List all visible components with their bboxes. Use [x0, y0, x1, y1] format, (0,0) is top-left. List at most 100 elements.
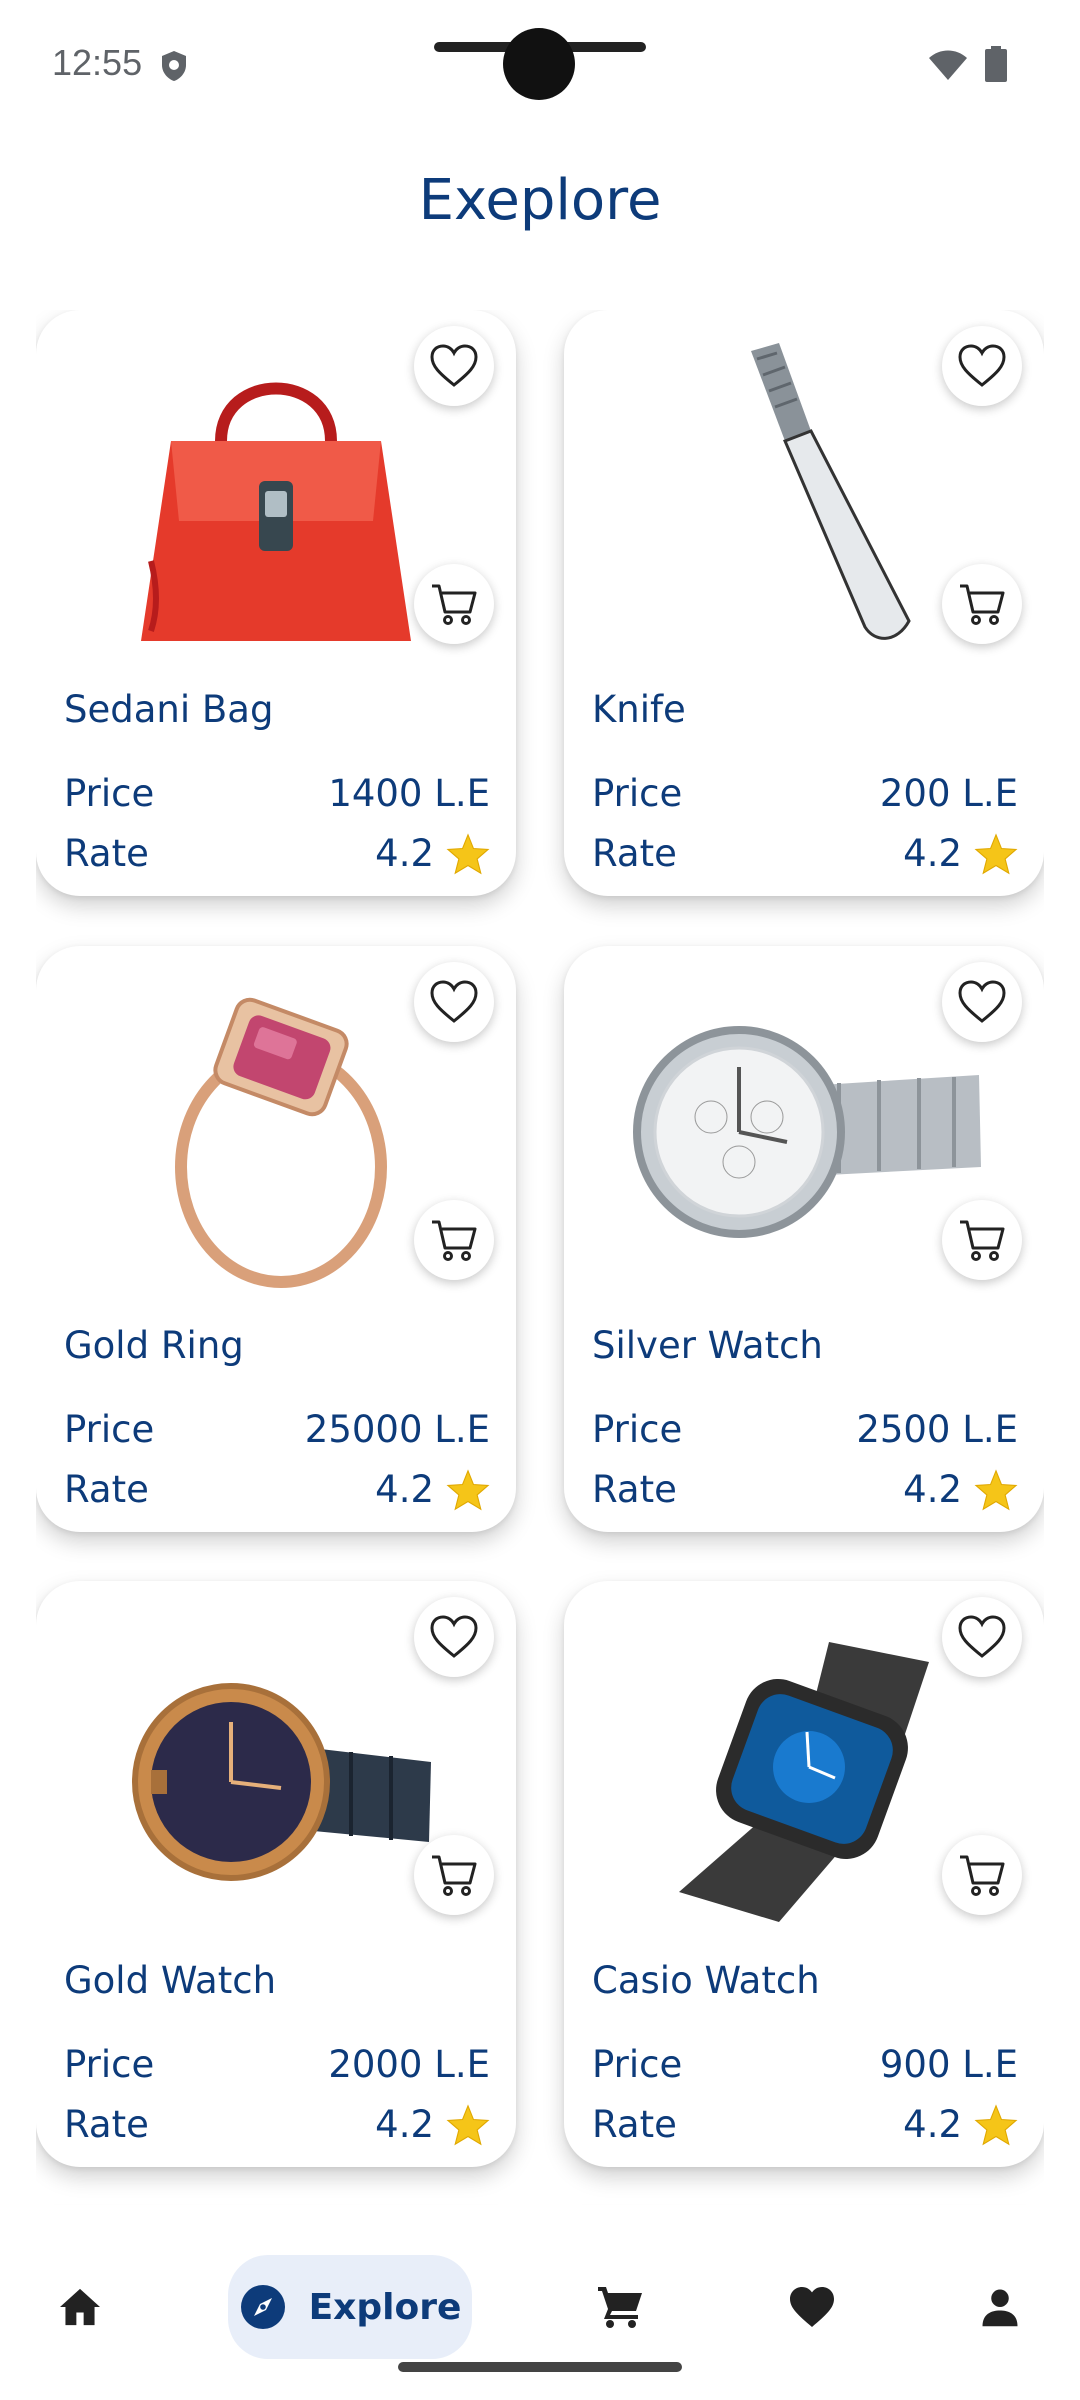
- cart-outline-icon: [960, 584, 1005, 625]
- wifi-icon: [929, 50, 967, 80]
- nav-favorites[interactable]: [772, 2255, 852, 2359]
- rate-row: Rate 4.2: [64, 1468, 490, 1511]
- home-icon: [60, 2288, 100, 2326]
- price-row: Price 900 L.E: [592, 2043, 1018, 2086]
- price-label: Price: [592, 772, 683, 815]
- heart-outline-icon: [430, 344, 478, 387]
- cart-outline-icon: [960, 1855, 1005, 1896]
- product-card[interactable]: Sedani Bag Price 1400 L.E Rate 4.2: [36, 310, 516, 896]
- rate-label: Rate: [64, 1468, 149, 1511]
- star-icon: [974, 832, 1018, 874]
- rate-row: Rate 4.2: [592, 832, 1018, 875]
- price-row: Price 1400 L.E: [64, 772, 490, 815]
- knife-icon: [751, 343, 911, 640]
- rate-label: Rate: [592, 1468, 677, 1511]
- rate-label: Rate: [592, 2103, 677, 2146]
- favorite-button[interactable]: [414, 1597, 494, 1677]
- rate-row: Rate 4.2: [592, 2103, 1018, 2146]
- favorite-button[interactable]: [414, 326, 494, 406]
- product-name: Casio Watch: [592, 1959, 820, 2002]
- product-grid[interactable]: Sedani Bag Price 1400 L.E Rate 4.2 Knife…: [36, 310, 1044, 2210]
- heart-outline-icon: [430, 980, 478, 1023]
- price-label: Price: [592, 2043, 683, 2086]
- rate-value: 4.2: [903, 1468, 962, 1511]
- watch-icon: [132, 1683, 431, 1881]
- rate-value-group: 4.2: [903, 1468, 1018, 1511]
- add-to-cart-button[interactable]: [942, 1835, 1022, 1915]
- product-card[interactable]: Knife Price 200 L.E Rate 4.2: [564, 310, 1044, 896]
- price-value: 200 L.E: [879, 772, 1018, 815]
- heart-outline-icon: [958, 1615, 1006, 1658]
- nav-home[interactable]: [40, 2255, 120, 2359]
- nav-explore-label: Explore: [308, 2286, 462, 2328]
- add-to-cart-button[interactable]: [942, 1200, 1022, 1280]
- star-icon: [974, 2103, 1018, 2145]
- star-icon: [446, 832, 490, 874]
- price-row: Price 2500 L.E: [592, 1408, 1018, 1451]
- heart-outline-icon: [958, 980, 1006, 1023]
- favorite-button[interactable]: [942, 962, 1022, 1042]
- add-to-cart-button[interactable]: [414, 1200, 494, 1280]
- price-label: Price: [64, 2043, 155, 2086]
- product-card[interactable]: Gold Watch Price 2000 L.E Rate 4.2: [36, 1581, 516, 2167]
- rate-value-group: 4.2: [375, 2103, 490, 2146]
- price-row: Price 25000 L.E: [64, 1408, 490, 1451]
- heart-outline-icon: [958, 344, 1006, 387]
- rate-row: Rate 4.2: [592, 1468, 1018, 1511]
- star-icon: [974, 1468, 1018, 1510]
- shield-icon: [162, 51, 186, 81]
- cart-outline-icon: [960, 1220, 1005, 1261]
- price-label: Price: [64, 1408, 155, 1451]
- product-card[interactable]: Gold Ring Price 25000 L.E Rate 4.2: [36, 946, 516, 1532]
- battery-icon: [985, 46, 1007, 82]
- ring-icon: [175, 997, 387, 1288]
- rate-row: Rate 4.2: [64, 2103, 490, 2146]
- page-title: Exeplore: [418, 168, 662, 233]
- heart-icon: [790, 2287, 834, 2327]
- add-to-cart-button[interactable]: [414, 564, 494, 644]
- product-card[interactable]: Silver Watch Price 2500 L.E Rate 4.2: [564, 946, 1044, 1532]
- camera-cutout: [503, 28, 575, 100]
- nav-profile[interactable]: [960, 2255, 1040, 2359]
- rate-label: Rate: [64, 832, 149, 875]
- star-icon: [446, 2103, 490, 2145]
- cart-outline-icon: [432, 1855, 477, 1896]
- price-value: 900 L.E: [879, 2043, 1018, 2086]
- smartwatch-icon: [679, 1642, 929, 1922]
- price-row: Price 2000 L.E: [64, 2043, 490, 2086]
- favorite-button[interactable]: [942, 326, 1022, 406]
- rate-label: Rate: [64, 2103, 149, 2146]
- product-card[interactable]: Casio Watch Price 900 L.E Rate 4.2: [564, 1581, 1044, 2167]
- product-name: Gold Ring: [64, 1324, 244, 1367]
- product-name: Sedani Bag: [64, 688, 274, 731]
- favorite-button[interactable]: [414, 962, 494, 1042]
- nav-cart[interactable]: [580, 2255, 660, 2359]
- star-icon: [446, 1468, 490, 1510]
- nav-explore[interactable]: Explore: [228, 2255, 472, 2359]
- price-value: 25000 L.E: [304, 1408, 490, 1451]
- rate-value: 4.2: [375, 1468, 434, 1511]
- add-to-cart-button[interactable]: [414, 1835, 494, 1915]
- heart-outline-icon: [430, 1615, 478, 1658]
- cart-outline-icon: [432, 1220, 477, 1261]
- favorite-button[interactable]: [942, 1597, 1022, 1677]
- price-value: 2500 L.E: [856, 1408, 1018, 1451]
- status-bar: 12:55: [0, 0, 1080, 130]
- rate-value-group: 4.2: [903, 2103, 1018, 2146]
- rate-value: 4.2: [903, 832, 962, 875]
- home-indicator[interactable]: [398, 2362, 682, 2372]
- rate-value-group: 4.2: [903, 832, 1018, 875]
- rate-value: 4.2: [903, 2103, 962, 2146]
- price-label: Price: [592, 1408, 683, 1451]
- rate-value: 4.2: [375, 832, 434, 875]
- status-time: 12:55: [52, 42, 143, 83]
- handbag-icon: [141, 382, 411, 641]
- add-to-cart-button[interactable]: [942, 564, 1022, 644]
- price-label: Price: [64, 772, 155, 815]
- compass-icon: [240, 2285, 285, 2329]
- rate-row: Rate 4.2: [64, 832, 490, 875]
- rate-value-group: 4.2: [375, 1468, 490, 1511]
- person-icon: [982, 2289, 1018, 2327]
- cart-icon: [598, 2287, 642, 2328]
- watch-icon: [633, 1026, 981, 1238]
